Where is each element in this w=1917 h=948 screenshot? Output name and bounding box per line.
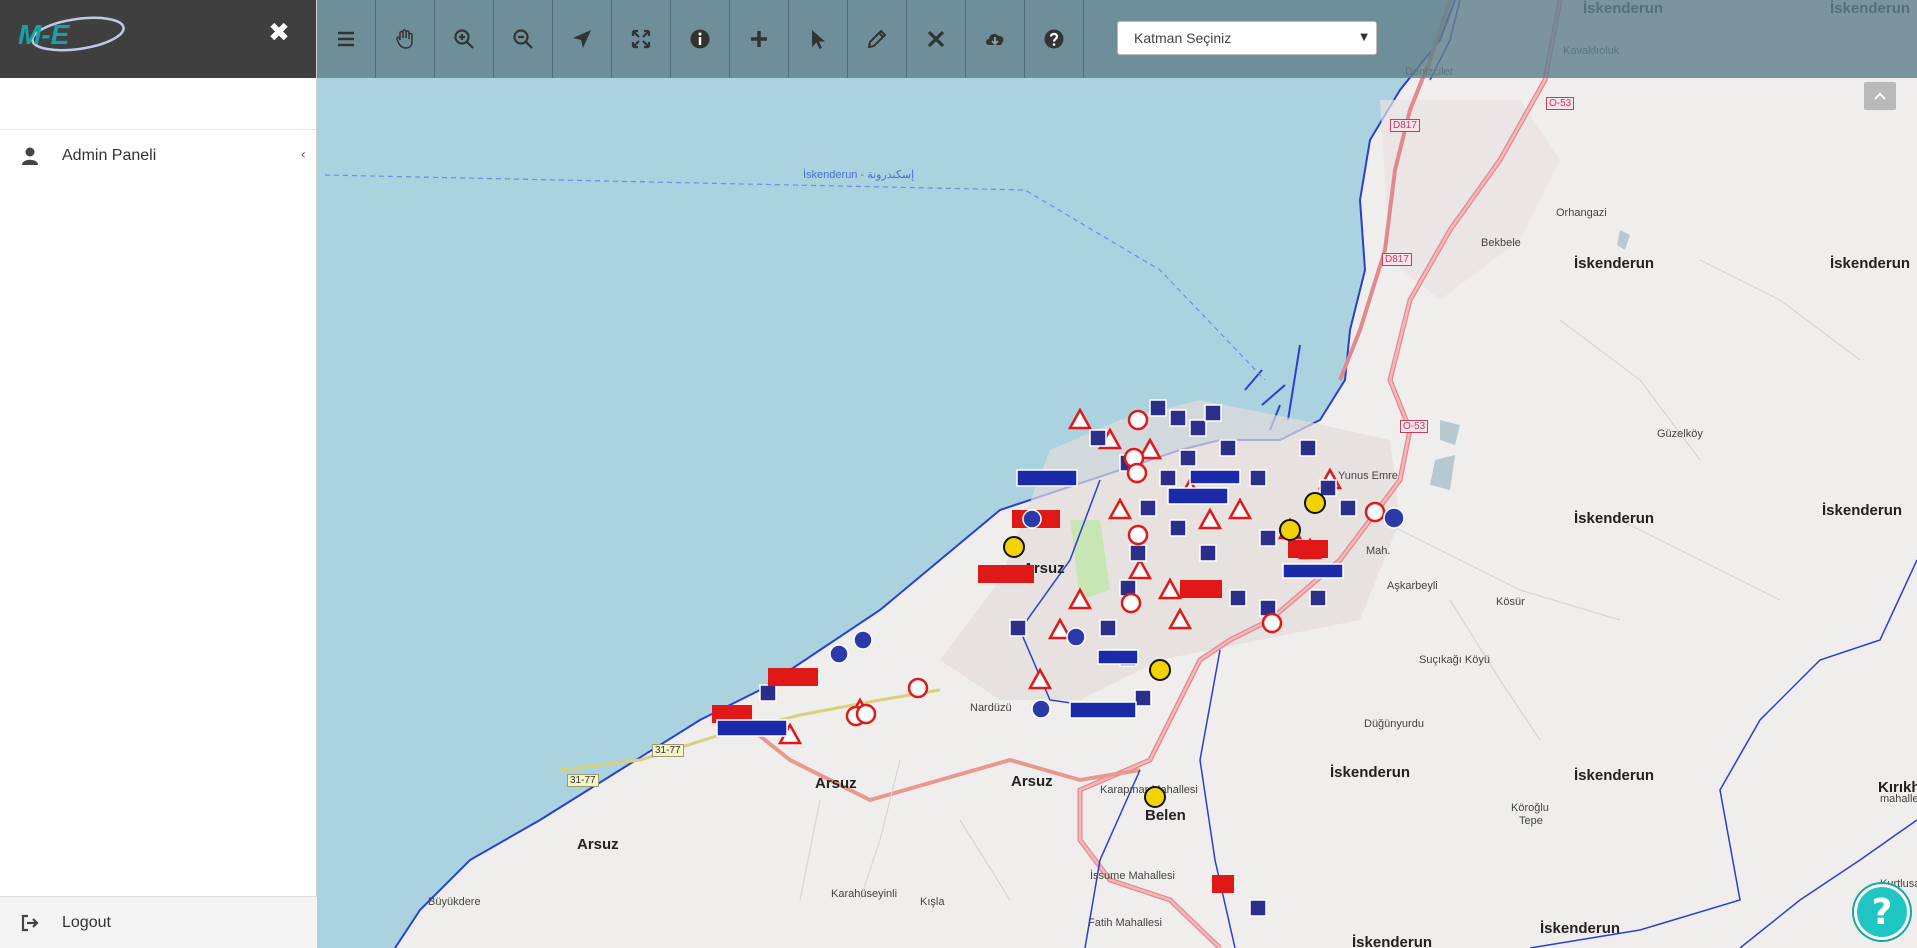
question-icon: ? xyxy=(1871,891,1893,933)
select-button[interactable] xyxy=(789,0,848,78)
sidebar: M-E ✖ Admin Paneli ‹ Logout xyxy=(0,0,317,948)
question-icon xyxy=(1044,29,1064,49)
download-button[interactable] xyxy=(966,0,1025,78)
menu-button[interactable] xyxy=(317,0,376,78)
sidebar-spacer xyxy=(0,78,316,130)
map-canvas[interactable] xyxy=(317,0,1917,948)
locate-button[interactable] xyxy=(553,0,612,78)
hamburger-icon xyxy=(338,31,354,47)
fullscreen-button[interactable] xyxy=(612,0,671,78)
pointer-icon xyxy=(812,30,825,49)
info-icon xyxy=(690,29,710,49)
close-sidebar-button[interactable]: ✖ xyxy=(264,18,294,48)
layer-select[interactable]: Katman Seçiniz ▼ xyxy=(1117,21,1377,55)
sidebar-item-label: Admin Paneli xyxy=(62,147,157,164)
chevron-down-icon: ▼ xyxy=(1360,32,1368,43)
logout-button[interactable]: Logout xyxy=(0,896,317,948)
edit-button[interactable] xyxy=(848,0,907,78)
delete-button[interactable] xyxy=(907,0,966,78)
sidebar-header: M-E ✖ xyxy=(0,0,316,78)
zoom-in-icon xyxy=(454,29,474,49)
pan-button[interactable] xyxy=(376,0,435,78)
help-button[interactable] xyxy=(1025,0,1084,78)
chevron-left-icon: ‹ xyxy=(300,147,306,163)
traffic-sign-layer xyxy=(712,399,1405,917)
sidebar-item-admin-panel[interactable]: Admin Paneli ‹ xyxy=(0,130,316,182)
chevron-sign-icon[interactable] xyxy=(712,510,1328,893)
location-arrow-icon xyxy=(573,30,591,48)
add-button[interactable] xyxy=(730,0,789,78)
info-button[interactable] xyxy=(671,0,730,78)
warning-sign-icon[interactable] xyxy=(777,407,1343,745)
map-toolbar: Katman Seçiniz ▼ xyxy=(317,0,1917,78)
app-logo[interactable]: M-E xyxy=(14,14,126,54)
user-icon xyxy=(22,147,38,165)
hand-icon xyxy=(396,29,413,49)
logout-label: Logout xyxy=(62,913,111,931)
cloud-download-icon xyxy=(986,33,1004,46)
zoom-out-button[interactable] xyxy=(494,0,553,78)
plus-icon xyxy=(751,31,767,47)
logout-icon xyxy=(21,914,39,931)
svg-text:M-E: M-E xyxy=(18,19,71,50)
chevron-up-icon xyxy=(1874,92,1886,100)
pencil-icon xyxy=(867,29,887,49)
expand-icon xyxy=(631,29,651,49)
collapse-toolbar-button[interactable] xyxy=(1864,82,1896,110)
zoom-in-button[interactable] xyxy=(435,0,494,78)
layer-select-value: Katman Seçiniz xyxy=(1134,30,1232,46)
help-fab-button[interactable]: ? xyxy=(1854,884,1910,940)
x-icon xyxy=(927,30,945,48)
zoom-out-icon xyxy=(513,29,533,49)
hazard-sign-icon[interactable] xyxy=(1003,492,1326,808)
